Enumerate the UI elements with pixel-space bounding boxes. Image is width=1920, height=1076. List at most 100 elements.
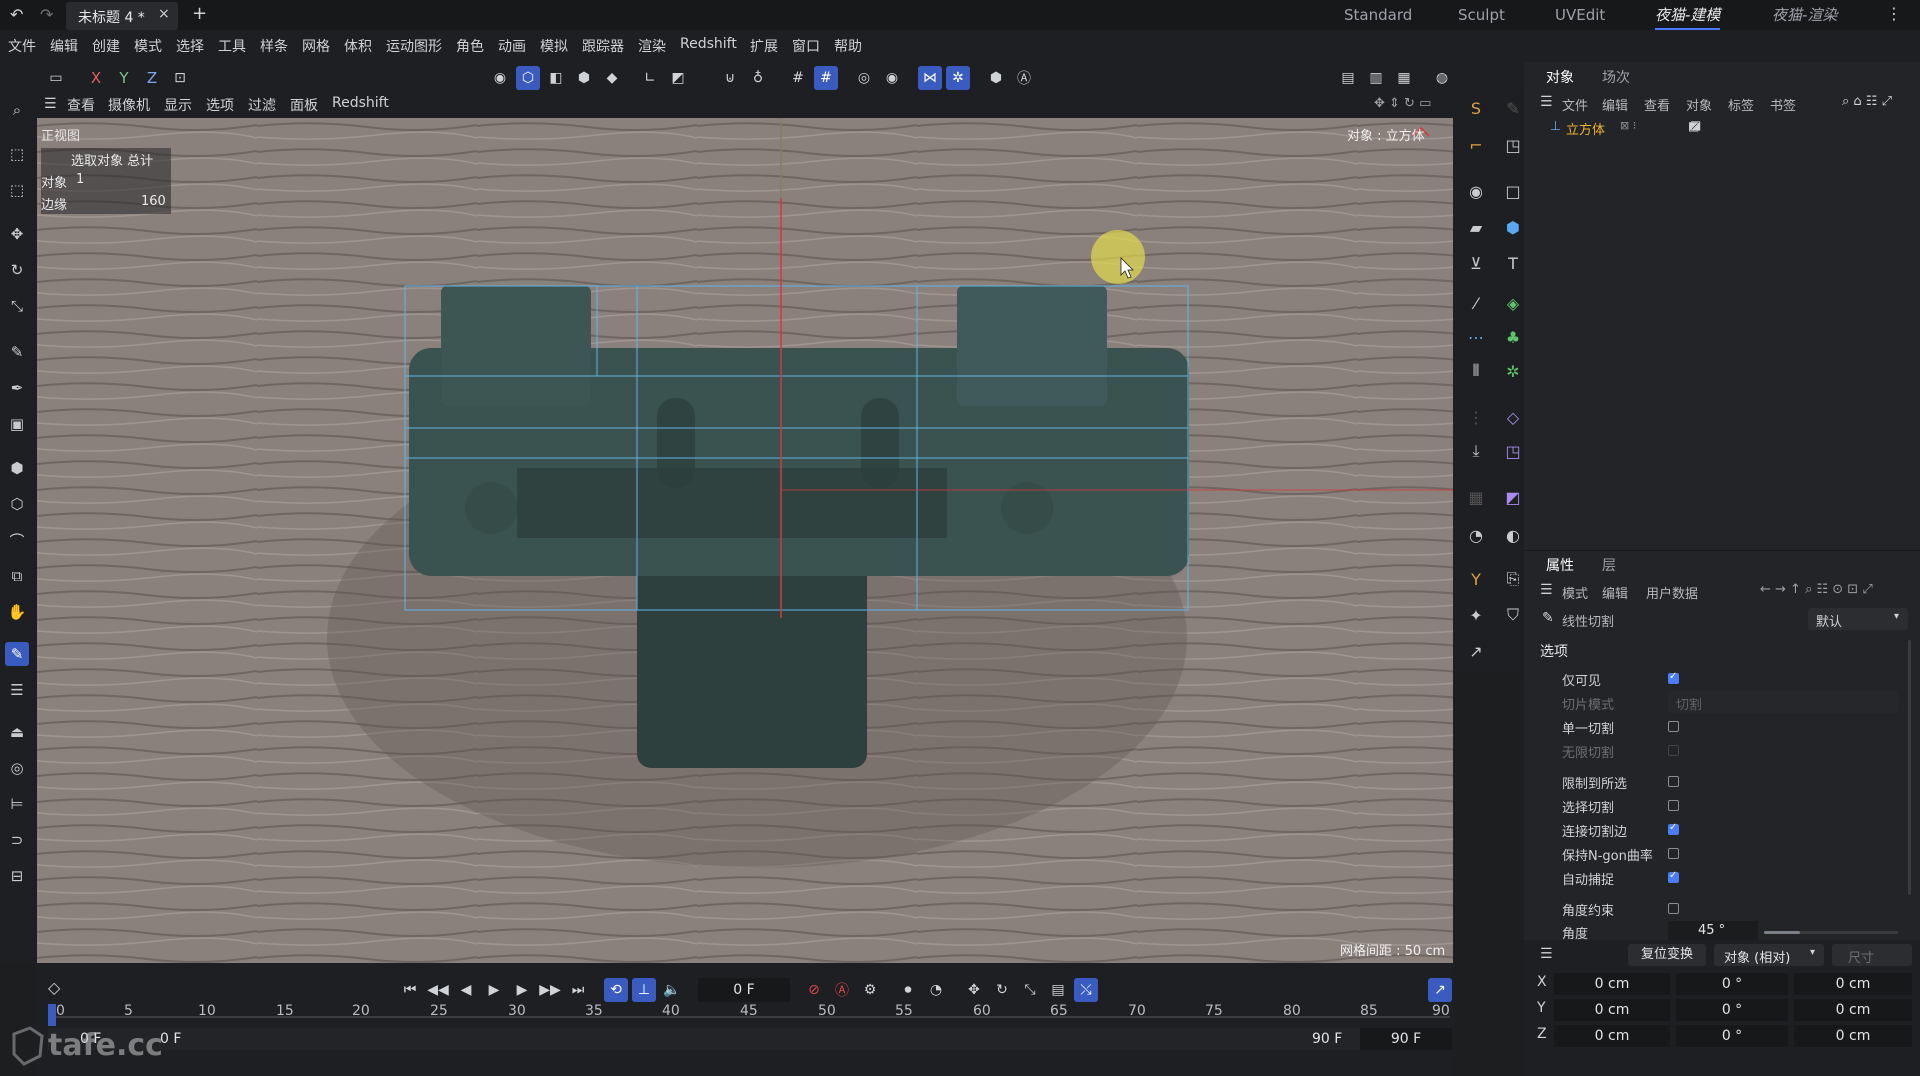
next-key-icon[interactable]: ▶▶ [538, 978, 562, 1002]
text-object-icon[interactable]: T [1500, 250, 1526, 276]
menu-edit[interactable]: 编辑 [50, 36, 78, 56]
preview-end-field[interactable]: 90 F [1312, 1031, 1342, 1047]
redo-icon[interactable]: ↷ [40, 5, 53, 24]
deformer-icon[interactable]: ◇ [1500, 404, 1526, 430]
bend-deformer-icon[interactable]: ◳ [1500, 438, 1526, 464]
range-end-field[interactable]: 90 F [1360, 1028, 1452, 1050]
previous-frame-icon[interactable]: ◀ [454, 978, 478, 1002]
extrude-icon[interactable]: ⧉ [5, 564, 29, 588]
brush-tool-icon[interactable]: ⁄ [1463, 290, 1489, 316]
om-toolbar-icons[interactable]: ⌕ ⌂ ☷ ⤢ [1842, 94, 1892, 109]
viewport-menu-redshift[interactable]: Redshift [332, 95, 389, 111]
scale-icon[interactable]: ⤡ [5, 294, 29, 318]
option-restrict-selection-checkbox[interactable] [1668, 776, 1679, 787]
menu-redshift[interactable]: Redshift [680, 36, 737, 52]
viewport-menu-options[interactable]: 选项 [206, 95, 234, 115]
gear-icon[interactable]: ✲ [1500, 358, 1526, 384]
sphere-light-icon[interactable]: ◐ [1500, 522, 1526, 548]
close-icon[interactable]: × [158, 6, 170, 22]
key-scale-icon[interactable]: ⤡ [1018, 978, 1042, 1002]
drop-to-floor-icon[interactable]: ⤓ [1463, 438, 1489, 464]
menu-select[interactable]: 选择 [176, 36, 204, 56]
spline-disabled-icon[interactable]: ✎ [1500, 95, 1526, 121]
search-icon[interactable]: ⌕ [5, 98, 29, 122]
material-icon[interactable]: ⬢ [984, 66, 1008, 90]
live-selection-icon[interactable]: ⬚ [5, 142, 29, 166]
menu-file[interactable]: 文件 [8, 36, 36, 56]
menu-create[interactable]: 创建 [92, 36, 120, 56]
snap-magnet-icon[interactable]: ⊍ [718, 66, 742, 90]
pen-icon[interactable]: ✒ [5, 376, 29, 400]
cloner-icon[interactable]: ♣ [1500, 324, 1526, 350]
cube-primitive-icon[interactable]: ⬢ [1500, 214, 1526, 240]
menu-mograph[interactable]: 运动图形 [386, 36, 442, 56]
point-mode-icon[interactable]: ⬡ [516, 66, 540, 90]
edge-mode-icon[interactable]: ◧ [544, 66, 568, 90]
goto-end-icon[interactable]: ⏭ [566, 978, 590, 1002]
loop-icon[interactable]: ⟲ [604, 978, 628, 1002]
sound-icon[interactable]: 🔈 [660, 978, 684, 1002]
tab-objects[interactable]: 对象 [1546, 67, 1574, 87]
goto-start-icon[interactable]: ⏮ [398, 978, 422, 1002]
stitch-icon[interactable]: ⊨ [5, 792, 29, 816]
brush-icon[interactable]: ✎ [5, 340, 29, 364]
layout-standard[interactable]: Standard [1344, 0, 1412, 30]
menu-mesh[interactable]: 网格 [302, 36, 330, 56]
option-infinite-cut-checkbox[interactable] [1668, 745, 1679, 756]
autokey-record-icon[interactable]: Ⓐ [830, 978, 854, 1002]
next-frame-icon[interactable]: ▶ [510, 978, 534, 1002]
layout-uvedit[interactable]: UVEdit [1555, 0, 1605, 30]
option-connect-cuts-checkbox[interactable] [1668, 822, 1679, 835]
slice-mode-select[interactable]: 切割 [1668, 691, 1898, 713]
position-x-field[interactable]: 0 cm [1554, 973, 1670, 995]
tab-takes[interactable]: 场次 [1602, 67, 1630, 87]
layout-sculpt[interactable]: Sculpt [1458, 0, 1505, 30]
om-menu-edit[interactable]: 编辑 [1602, 95, 1628, 114]
autokey-icon[interactable]: Ⓐ [1012, 66, 1036, 90]
viewport-front-view[interactable]: 正视图 选取对象 总计 对象 1 边缘 160 对象 : 立方体 网格间距 : … [37, 118, 1453, 963]
visibility-icon[interactable]: ◔ [1463, 522, 1489, 548]
option-single-cut-checkbox[interactable] [1668, 721, 1679, 732]
loop-cut-icon[interactable]: ☰ [5, 678, 29, 702]
render-queue-icon[interactable]: ▦ [1392, 66, 1416, 90]
tag-icon[interactable]: ⛉ [1500, 602, 1526, 628]
symmetry-icon[interactable]: ⋈ [918, 66, 942, 90]
attr-menu-userdata[interactable]: 用户数据 [1646, 583, 1698, 602]
om-menu-bookmarks[interactable]: 书签 [1770, 95, 1796, 114]
viewport-nav-icons[interactable]: ✥ ⇕ ↻ ▭ [1374, 96, 1431, 111]
attributes-menu-icon[interactable]: ☰ [1540, 582, 1553, 598]
om-menu-tags[interactable]: 标签 [1728, 95, 1754, 114]
magnet-icon[interactable]: ⊃ [5, 828, 29, 852]
export-icon[interactable]: ↗ [1463, 638, 1489, 664]
effector-icon[interactable]: ◩ [1500, 484, 1526, 510]
z-axis-toggle[interactable]: Z [140, 66, 164, 90]
record-icon[interactable]: ⊘ [802, 978, 826, 1002]
menu-render[interactable]: 渲染 [638, 36, 666, 56]
om-menu-view[interactable]: 查看 [1644, 95, 1670, 114]
preview-start-field[interactable]: 0 F [160, 1031, 181, 1047]
texture-mode-icon[interactable]: ◩ [666, 66, 690, 90]
attr-menu-edit[interactable]: 编辑 [1602, 583, 1628, 602]
option-angle-constraint-checkbox[interactable] [1668, 903, 1679, 914]
rectangle-selection-icon[interactable]: ⬚ [5, 178, 29, 202]
camera-icon[interactable]: ◉ [1463, 178, 1489, 204]
sparkle-icon[interactable]: ✦ [1463, 602, 1489, 628]
size-x-field[interactable]: 0 cm [1794, 973, 1912, 995]
more-icon[interactable]: ⋮ [1886, 4, 1902, 23]
key-settings-icon[interactable]: ⚙ [858, 978, 882, 1002]
rotation-p-field[interactable]: 0 ° [1676, 999, 1788, 1021]
viewport-menu-panel[interactable]: 面板 [290, 95, 318, 115]
position-y-field[interactable]: 0 cm [1554, 999, 1670, 1021]
iron-icon[interactable]: ⏏ [5, 720, 29, 744]
key-pla-icon[interactable]: ⤯ [1074, 978, 1098, 1002]
rotation-b-field[interactable]: 0 ° [1676, 1025, 1788, 1047]
menu-mode[interactable]: 模式 [134, 36, 162, 56]
slide-icon[interactable]: ⊟ [5, 864, 29, 888]
bridge-icon[interactable]: ⌒ [5, 528, 29, 552]
render-view-icon[interactable]: ◎ [852, 66, 876, 90]
size-z-field[interactable]: 0 cm [1794, 1025, 1912, 1047]
model-mode-icon[interactable]: ◉ [488, 66, 512, 90]
bevel-icon[interactable]: ⊻ [1463, 250, 1489, 276]
option-select-cuts-checkbox[interactable] [1668, 800, 1679, 811]
timeline-curve-icon[interactable]: ↗ [1428, 978, 1452, 1002]
